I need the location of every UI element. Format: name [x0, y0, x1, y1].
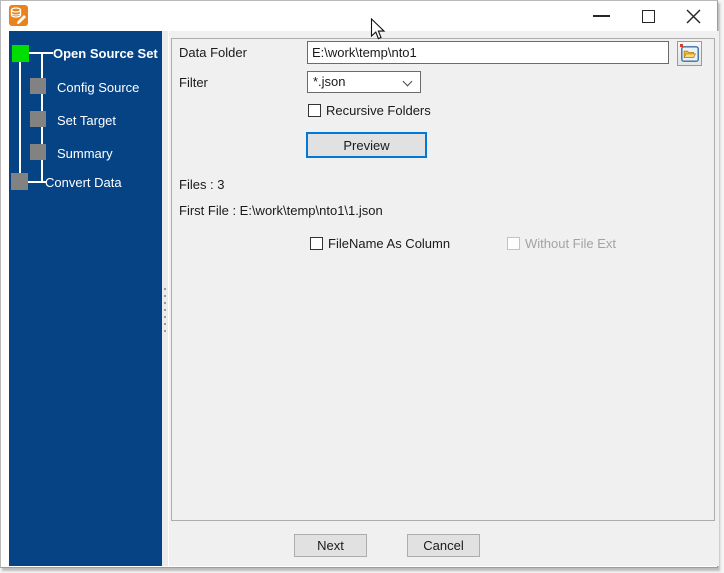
step-marker-summary [30, 144, 46, 160]
step-marker-set-target [30, 111, 46, 127]
source-settings-panel: Data Folder Filter *.json Recursive [171, 38, 715, 521]
app-window: Open Source Set Config Source Set Target… [0, 0, 719, 568]
first-file-text: First File : E:\work\temp\nto1\1.json [179, 203, 383, 218]
step-marker-convert-data [11, 173, 28, 190]
browse-folder-button[interactable] [677, 41, 702, 66]
tree-line-bottom [28, 181, 46, 183]
recursive-folders-label: Recursive Folders [326, 103, 431, 118]
close-button[interactable] [672, 1, 714, 31]
filename-as-column-label: FileName As Column [328, 236, 451, 251]
tree-line-main [19, 62, 21, 182]
without-file-ext-checkbox [507, 237, 520, 250]
filter-dropdown[interactable]: *.json [307, 71, 421, 93]
folder-icon [680, 45, 699, 62]
mouse-cursor-icon [370, 17, 386, 46]
content-area: Data Folder Filter *.json Recursive [169, 31, 719, 566]
recursive-folders-checkbox[interactable] [308, 104, 321, 117]
next-button[interactable]: Next [294, 534, 367, 557]
step-marker-open-source-set [12, 45, 29, 62]
database-edit-icon [9, 5, 28, 26]
splitter-grip-dot [164, 330, 166, 332]
without-file-ext-label: Without File Ext [525, 236, 617, 251]
data-folder-input[interactable] [307, 41, 669, 64]
data-folder-label: Data Folder [179, 45, 247, 60]
sidebar-splitter[interactable] [162, 31, 169, 566]
step-marker-config-source [30, 78, 46, 94]
maximize-icon [641, 9, 655, 23]
maximize-button[interactable] [627, 1, 669, 31]
preview-button[interactable]: Preview [306, 132, 427, 158]
browse-button-dot [680, 44, 683, 47]
cancel-button[interactable]: Cancel [407, 534, 480, 557]
filename-as-column-checkbox[interactable] [310, 237, 323, 250]
close-icon [686, 9, 700, 23]
splitter-grip-dot [164, 316, 166, 318]
sidebar-step-convert-data: Convert Data [45, 175, 122, 190]
splitter-grip-dot [164, 302, 166, 304]
splitter-grip-dot [164, 295, 166, 297]
wizard-sidebar: Open Source Set Config Source Set Target… [9, 31, 162, 566]
title-bar [1, 1, 717, 31]
sidebar-step-set-target: Set Target [57, 113, 117, 128]
sidebar-step-summary: Summary [57, 146, 113, 161]
filter-dropdown-value: *.json [313, 74, 346, 89]
minimize-button[interactable] [580, 1, 622, 31]
sidebar-step-config-source: Config Source [57, 80, 140, 95]
splitter-grip-dot [164, 288, 166, 290]
splitter-grip-dot [164, 309, 166, 311]
minimize-icon [592, 15, 610, 17]
splitter-grip-dot [164, 323, 166, 325]
files-count-text: Files : 3 [179, 177, 225, 192]
screen: Open Source Set Config Source Set Target… [0, 0, 724, 573]
filter-label: Filter [179, 75, 208, 90]
chevron-down-icon [402, 76, 413, 87]
sidebar-step-open-source-set: Open Source Set [53, 46, 158, 61]
